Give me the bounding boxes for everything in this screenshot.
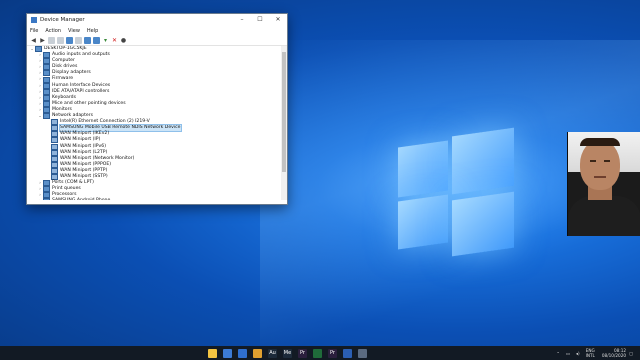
mouse-icon [43,100,50,107]
title-bar[interactable]: Device Manager – ☐ ✕ [27,14,287,26]
back-icon[interactable]: ◀ [30,37,37,44]
port-icon [43,180,50,187]
hid-icon [43,82,50,89]
tree-item-label: SAMSUNG Android Phone [52,198,110,200]
menu-bar: File Action View Help [27,26,287,35]
list-icon[interactable] [57,36,64,44]
display-icon [43,70,50,77]
properties-icon[interactable] [48,36,55,44]
chevron-up-icon[interactable]: ⌃ [556,351,560,356]
mail-icon[interactable] [238,348,247,358]
region-label: INTL [585,353,595,358]
update-driver-icon[interactable] [93,36,100,44]
phone-icon [43,198,50,200]
taskbar: Au Me Pr Pr ⌃ ▭ ◂) ENG INTL 08:12 08/10/202… [0,346,640,360]
clock-date: 08/10/2020 [601,353,627,358]
store-icon[interactable] [223,348,232,358]
menu-action[interactable]: Action [45,28,61,34]
firmware-icon [43,76,50,83]
network-icon [43,113,50,120]
webcam-person-eye [590,160,596,162]
keyboard-icon [43,94,50,101]
network-adapter-icon [51,131,58,138]
processor-icon [43,192,50,199]
network-adapter-icon [51,167,58,174]
network-adapter-icon [51,161,58,168]
language-indicator[interactable]: ENG INTL [586,348,595,358]
premiere-icon[interactable]: Pr [298,348,307,358]
network-icon[interactable]: ▭ [566,351,570,356]
network-adapter-icon [51,149,58,156]
uninstall-device-icon[interactable]: ✕ [111,37,118,44]
webcam-person-shirt [568,196,640,236]
computer-icon [43,58,50,65]
minimize-button[interactable]: – [233,14,251,26]
webcam-overlay [567,132,640,236]
webcam-person-hair [580,138,620,146]
scan-hardware-icon[interactable] [84,36,91,44]
word-icon[interactable] [343,348,352,358]
device-category[interactable]: ›SAMSUNG Android Phone [27,198,281,200]
enable-device-icon[interactable]: ● [120,37,127,44]
menu-file[interactable]: File [30,28,38,34]
webcam-person-head [580,140,620,190]
audition-icon[interactable]: Au [268,348,277,358]
maximize-button[interactable]: ☐ [251,14,269,26]
close-button[interactable]: ✕ [269,14,287,26]
network-adapter-icon [51,155,58,162]
notifications-icon[interactable]: ▢ [629,351,633,356]
network-adapter-icon [51,119,58,126]
photo-icon[interactable] [313,348,322,358]
chrome-icon[interactable] [253,348,262,358]
network-adapter-icon [51,137,58,144]
media-encoder-icon[interactable]: Me [283,348,292,358]
disable-device-icon[interactable]: ▾ [102,37,109,44]
toolbar: ◀ ▶ ▾ ✕ ● [27,35,287,46]
disk-icon [43,64,50,71]
ide-icon [43,88,50,95]
audio-icon [43,52,50,59]
device-manager-icon[interactable] [358,348,367,358]
premiere-pro-icon[interactable]: Pr [328,348,337,358]
volume-icon[interactable]: ◂) [576,351,580,356]
webcam-person-mouth [594,176,606,178]
menu-help[interactable]: Help [87,28,98,34]
device-manager-window[interactable]: Device Manager – ☐ ✕ File Action View He… [26,13,288,205]
window-title: Device Manager [40,17,85,23]
monitor-icon [43,106,50,113]
vertical-scrollbar[interactable] [281,46,287,200]
network-adapter-icon [51,125,58,132]
webcam-person-eye [604,160,610,162]
network-adapter-icon [51,143,58,150]
system-tray: ⌃ ▭ ◂) ENG INTL 08:12 08/10/2020 ▢ [553,346,636,360]
scrollbar-thumb[interactable] [282,52,286,172]
device-manager-icon [31,17,37,23]
printer-icon [43,186,50,193]
help-icon[interactable] [66,36,73,44]
clock[interactable]: 08:12 08/10/2020 [602,348,626,358]
menu-view[interactable]: View [68,28,80,34]
file-explorer-icon[interactable] [208,348,217,358]
forward-icon[interactable]: ▶ [39,37,46,44]
device-tree[interactable]: ⌄ DESKTOP-1GC5KJE › Audio inputs and output… [27,46,281,200]
taskbar-apps: Au Me Pr Pr [205,346,370,360]
resources-icon[interactable] [75,36,82,44]
